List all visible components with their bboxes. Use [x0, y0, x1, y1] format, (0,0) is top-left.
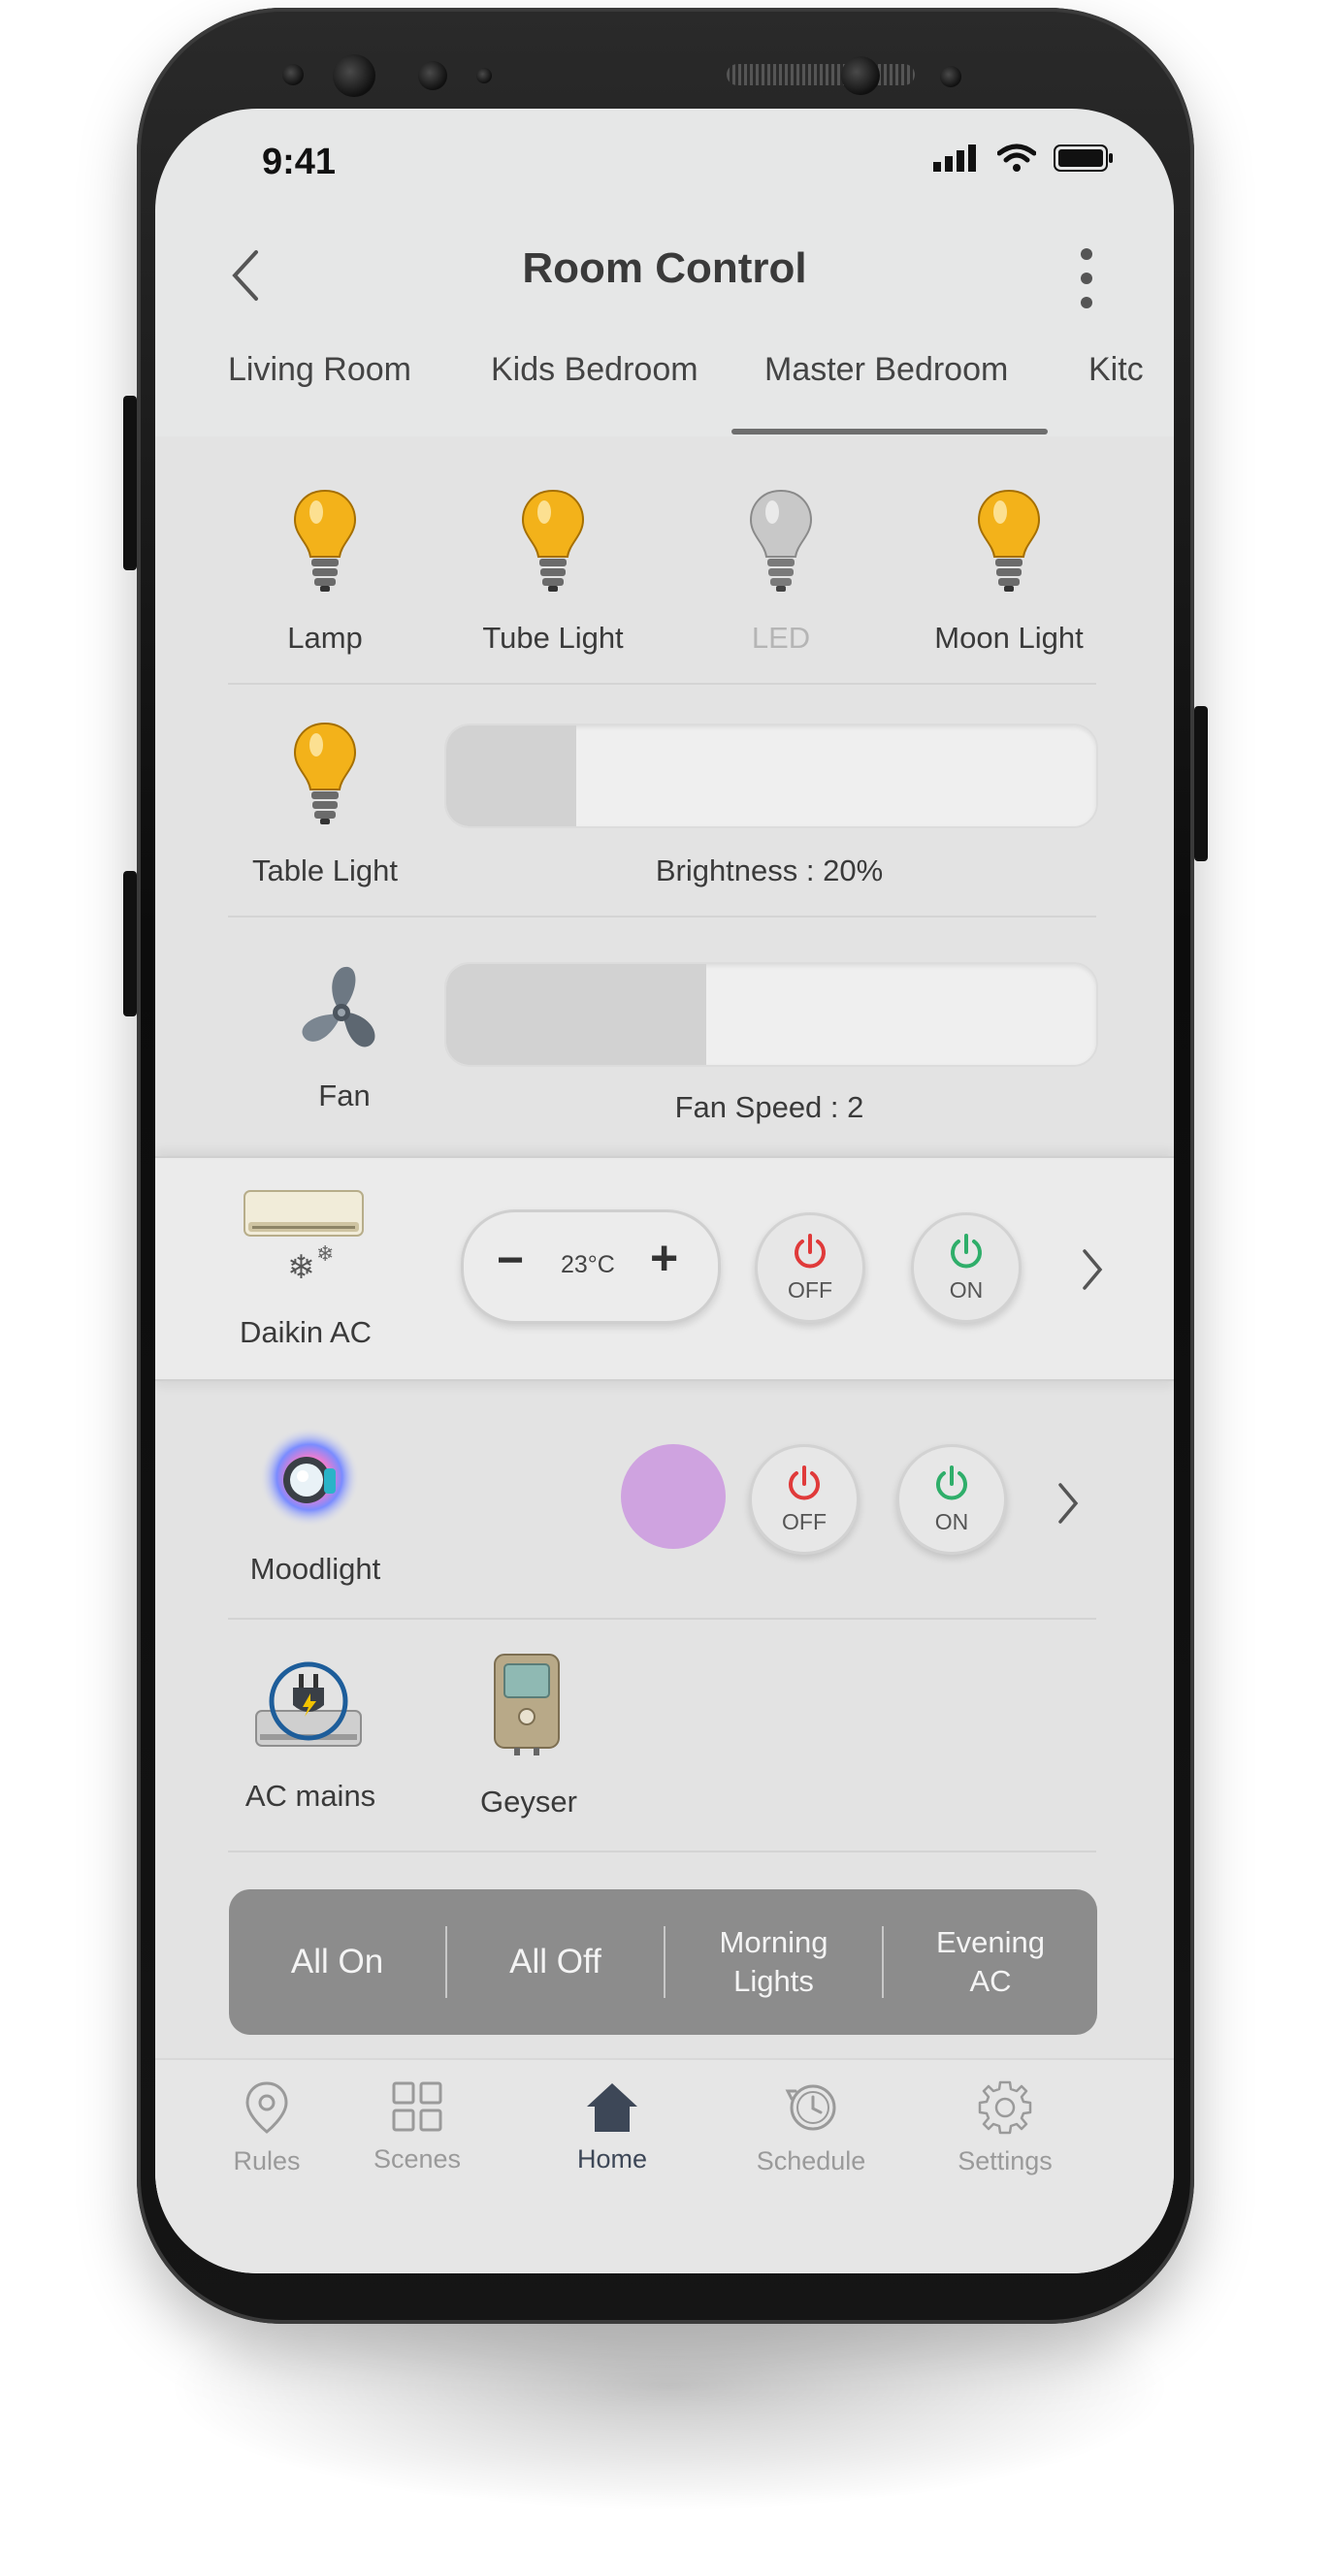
- power-on-icon: [951, 1234, 982, 1269]
- lamp-label: Lamp: [287, 621, 363, 655]
- temperature-decrease-button[interactable]: −: [497, 1234, 524, 1287]
- power-on-icon: [936, 1465, 967, 1500]
- all-on-button[interactable]: All On: [229, 1889, 445, 2035]
- moodlight-color-swatch[interactable]: [621, 1444, 726, 1549]
- temperature-value: 23°C: [561, 1251, 615, 1278]
- table-light-label: Table Light: [252, 853, 398, 887]
- ac-on-label: ON: [949, 1277, 984, 1303]
- moodlight-on-button[interactable]: ON: [896, 1444, 1007, 1555]
- iris-scanner: [418, 61, 447, 90]
- front-camera: [333, 54, 375, 97]
- tab-living-room[interactable]: Living Room: [228, 351, 411, 389]
- wifi-icon: [997, 144, 1036, 172]
- ac-off-button[interactable]: OFF: [755, 1212, 865, 1323]
- morning-lights-button[interactable]: Morning Lights: [666, 1889, 882, 2035]
- row-divider: [228, 916, 1096, 918]
- volume-up-button: [123, 396, 137, 570]
- tube-light-label: Tube Light: [482, 621, 624, 655]
- fan-speed-slider-fill: [446, 964, 706, 1065]
- moodlight-off-button[interactable]: OFF: [749, 1444, 860, 1555]
- volume-down-button: [123, 871, 137, 1016]
- nav-settings[interactable]: Settings: [932, 2079, 1078, 2176]
- temperature-increase-button[interactable]: +: [650, 1230, 678, 1286]
- status-icons: [933, 144, 1114, 173]
- row-divider: [228, 1851, 1096, 1852]
- temperature-stepper[interactable]: − 23°C +: [461, 1209, 721, 1324]
- brightness-slider[interactable]: [444, 724, 1098, 828]
- rear-sensor: [841, 56, 880, 95]
- signal-icon: [933, 145, 976, 172]
- power-side-button: [1194, 706, 1208, 861]
- ac-on-button[interactable]: ON: [911, 1212, 1022, 1323]
- sensor-dot: [282, 64, 304, 85]
- bottom-nav: Rules Scenes Home Schedule Settings: [155, 2058, 1174, 2273]
- more-options-icon[interactable]: [1072, 244, 1101, 312]
- moodlight-more-chevron-icon[interactable]: [1053, 1479, 1082, 1528]
- power-off-icon: [789, 1465, 820, 1500]
- nav-schedule[interactable]: Schedule: [738, 2079, 884, 2176]
- moodlight-off-label: OFF: [782, 1509, 827, 1534]
- ac-mains-label: AC mains: [244, 1779, 376, 1813]
- clock-icon: [785, 2084, 836, 2131]
- svg-text:❄: ❄: [316, 1242, 334, 1267]
- room-tabs: Living Room Kids Bedroom Master Bedroom …: [155, 351, 1174, 429]
- moon-light-bulb-icon[interactable]: [975, 487, 1043, 594]
- quick-actions-bar: All On All Off Morning Lights Evening AC: [229, 1889, 1097, 2035]
- led-bulb-icon[interactable]: [747, 487, 815, 594]
- row-divider: [228, 1618, 1096, 1620]
- svg-text:❄: ❄: [287, 1248, 315, 1287]
- nav-home[interactable]: Home: [539, 2079, 685, 2174]
- active-tab-indicator: [731, 429, 1048, 435]
- geyser-label: Geyser: [480, 1785, 577, 1819]
- table-light-bulb-icon[interactable]: [291, 720, 359, 826]
- evening-ac-button[interactable]: Evening AC: [884, 1889, 1097, 2035]
- nav-scenes-label: Scenes: [373, 2144, 462, 2174]
- fan-speed-label: Fan Speed : 2: [674, 1090, 864, 1124]
- fan-speed-slider[interactable]: [444, 962, 1098, 1067]
- app-screen: 9:41 Room Control Living Room Kids Bedro…: [155, 109, 1174, 2273]
- gear-icon: [978, 2080, 1032, 2135]
- all-off-button[interactable]: All Off: [447, 1889, 664, 2035]
- moodlight-on-label: ON: [934, 1509, 969, 1534]
- daikin-ac-label: Daikin AC: [239, 1315, 373, 1349]
- home-icon: [587, 2083, 637, 2132]
- tab-master-bedroom[interactable]: Master Bedroom: [764, 351, 1008, 389]
- nav-rules[interactable]: Rules: [194, 2079, 340, 2176]
- nav-rules-label: Rules: [233, 2146, 301, 2175]
- moon-light-label: Moon Light: [934, 621, 1084, 655]
- brightness-slider-fill: [446, 725, 576, 826]
- grid-icon: [392, 2081, 442, 2132]
- tube-light-bulb-icon[interactable]: [519, 487, 587, 594]
- battery-icon: [1054, 145, 1113, 172]
- moodlight-label: Moodlight: [249, 1552, 381, 1586]
- geyser-icon[interactable]: [491, 1649, 563, 1757]
- fan-label: Fan: [318, 1079, 371, 1112]
- page-title: Room Control: [522, 244, 807, 292]
- phone-frame: 9:41 Room Control Living Room Kids Bedro…: [123, 8, 1208, 2324]
- nav-scenes[interactable]: Scenes: [344, 2079, 490, 2174]
- row-divider: [228, 683, 1096, 685]
- power-off-icon: [795, 1234, 826, 1269]
- proximity-sensor: [476, 68, 492, 83]
- moodlight-icon[interactable]: [256, 1424, 363, 1530]
- ac-more-chevron-icon[interactable]: [1077, 1245, 1106, 1294]
- ac-mains-plug-icon[interactable]: [250, 1657, 367, 1757]
- brightness-label: Brightness : 20%: [655, 853, 884, 887]
- light-sensor: [940, 66, 961, 87]
- status-time: 9:41: [262, 142, 337, 182]
- lamp-bulb-icon[interactable]: [291, 487, 359, 594]
- ac-off-label: OFF: [788, 1277, 832, 1303]
- tab-kids-bedroom[interactable]: Kids Bedroom: [491, 351, 698, 389]
- location-pin-icon: [245, 2081, 288, 2134]
- led-label: LED: [751, 621, 811, 655]
- nav-schedule-label: Schedule: [756, 2146, 866, 2175]
- earpiece-speaker: [727, 64, 915, 85]
- ac-unit-icon[interactable]: ❄ ❄: [243, 1189, 365, 1296]
- fan-icon[interactable]: [291, 962, 392, 1063]
- nav-home-label: Home: [576, 2144, 648, 2174]
- tab-kitchen[interactable]: Kitc: [1088, 351, 1144, 389]
- nav-settings-label: Settings: [958, 2146, 1053, 2175]
